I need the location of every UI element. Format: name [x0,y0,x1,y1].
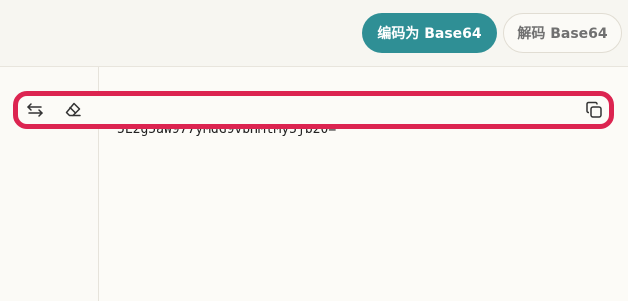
output-toolbar [13,91,614,129]
top-bar: 编码为 Base64 解码 Base64 [0,0,628,67]
copy-icon[interactable] [583,99,605,121]
encode-base64-button[interactable]: 编码为 Base64 [362,13,497,53]
swap-arrows-icon[interactable] [24,99,46,121]
eraser-icon[interactable] [62,99,84,121]
decode-base64-button[interactable]: 解码 Base64 [503,13,622,53]
